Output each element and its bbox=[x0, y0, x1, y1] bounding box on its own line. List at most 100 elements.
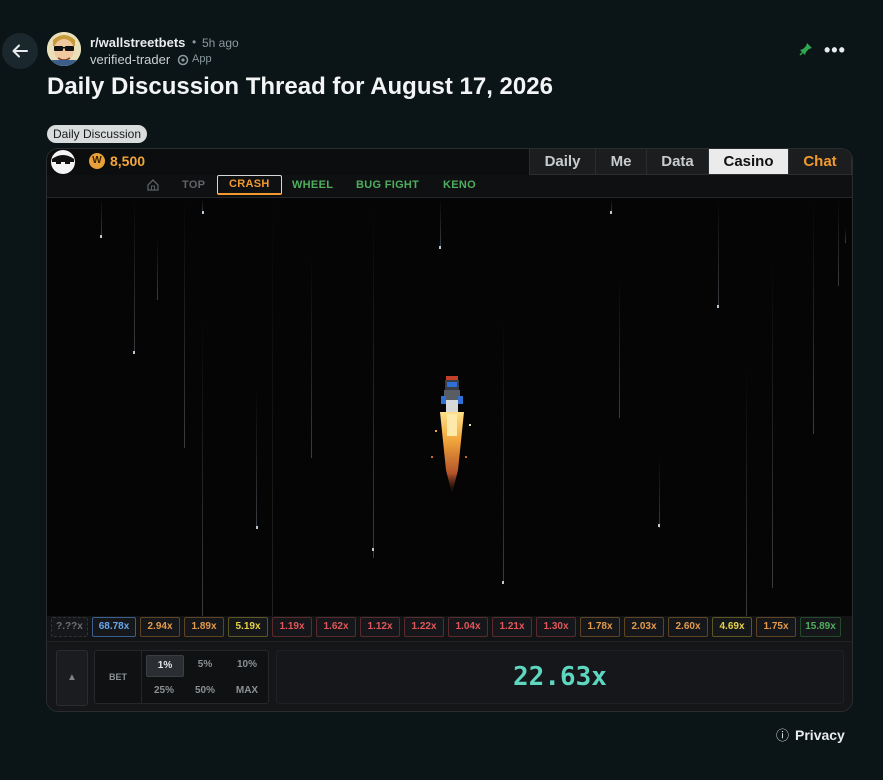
mascot-icon bbox=[48, 149, 78, 175]
rain-drop bbox=[256, 526, 258, 529]
history-value: 2.60x bbox=[675, 621, 701, 632]
history-value: 1.12x bbox=[367, 621, 393, 632]
history-chip[interactable]: 1.21x bbox=[492, 617, 532, 637]
privacy-link[interactable]: ⓘ Privacy bbox=[776, 725, 845, 744]
history-chip[interactable]: 1.22x bbox=[404, 617, 444, 637]
bet-option-5pct[interactable]: 5% bbox=[187, 655, 223, 675]
history-value: 1.22x bbox=[411, 621, 437, 632]
history-value: 1.21x bbox=[499, 621, 525, 632]
rain-streak bbox=[619, 278, 620, 418]
rain-drop bbox=[133, 351, 135, 354]
rain-drop bbox=[658, 524, 660, 527]
history-chip[interactable]: 1.78x bbox=[580, 617, 620, 637]
rain-streak bbox=[256, 388, 257, 528]
rain-streak bbox=[157, 238, 158, 300]
crash-history: ?.??x 68.78x 2.94x 1.89x 5.19x 1.19x 1.6… bbox=[51, 617, 841, 637]
bet-option-25pct[interactable]: 25% bbox=[146, 681, 182, 701]
rain-streak bbox=[272, 198, 273, 616]
rain-streak bbox=[845, 228, 846, 243]
rain-streak bbox=[718, 198, 719, 308]
author-username[interactable]: verified-trader bbox=[90, 52, 170, 67]
rain-streak bbox=[813, 198, 814, 434]
history-value: 1.19x bbox=[279, 621, 305, 632]
history-chip[interactable]: 1.19x bbox=[272, 617, 312, 637]
history-value: 5.19x bbox=[235, 621, 261, 632]
avatar-image bbox=[47, 32, 81, 66]
back-button[interactable] bbox=[2, 33, 38, 69]
history-value: ?.??x bbox=[56, 621, 83, 632]
widget-topbar: W 8,500 Daily Me Data Casino Chat bbox=[47, 149, 852, 175]
history-chip[interactable]: ?.??x bbox=[51, 617, 88, 637]
game-wheel[interactable]: WHEEL bbox=[292, 179, 333, 191]
bet-option-50pct[interactable]: 50% bbox=[187, 681, 223, 701]
rain-streak bbox=[772, 258, 773, 588]
more-options-button[interactable]: ••• bbox=[824, 40, 846, 61]
tab-data[interactable]: Data bbox=[647, 149, 709, 174]
rain-streak bbox=[101, 198, 102, 238]
subreddit-avatar[interactable] bbox=[47, 32, 81, 66]
multiplier-display: 22.63x bbox=[276, 650, 844, 704]
bet-option-10pct[interactable]: 10% bbox=[229, 655, 265, 675]
subreddit-name[interactable]: r/wallstreetbets bbox=[90, 35, 185, 50]
history-chip[interactable]: 2.03x bbox=[624, 617, 664, 637]
arrow-left-icon bbox=[12, 44, 28, 58]
rain-streak bbox=[373, 208, 374, 558]
tab-chat[interactable]: Chat bbox=[789, 149, 851, 174]
collapse-button[interactable]: ▲ bbox=[56, 650, 88, 706]
rain-streak bbox=[659, 458, 660, 528]
history-chip[interactable]: 1.30x bbox=[536, 617, 576, 637]
game-keno[interactable]: KENO bbox=[443, 179, 476, 191]
game-bug-fight[interactable]: BUG FIGHT bbox=[356, 179, 419, 191]
history-value: 1.78x bbox=[587, 621, 613, 632]
history-chip[interactable]: 15.89x bbox=[800, 617, 841, 637]
tab-casino[interactable]: Casino bbox=[709, 149, 789, 174]
history-value: 1.62x bbox=[323, 621, 349, 632]
post-flair[interactable]: Daily Discussion bbox=[47, 125, 148, 143]
rain-streak bbox=[440, 198, 441, 248]
rain-drop bbox=[100, 235, 102, 238]
casino-widget: W 8,500 Daily Me Data Casino Chat TOP CR… bbox=[46, 148, 853, 712]
coin-balance: 8,500 bbox=[110, 153, 146, 169]
rain-streak bbox=[503, 318, 504, 583]
rain-streak bbox=[202, 318, 203, 616]
rain-drop bbox=[717, 305, 719, 308]
history-value: 1.75x bbox=[763, 621, 789, 632]
info-icon: ⓘ bbox=[776, 728, 790, 743]
game-top[interactable]: TOP bbox=[182, 179, 205, 191]
history-chip[interactable]: 1.12x bbox=[360, 617, 400, 637]
history-value: 4.69x bbox=[719, 621, 745, 632]
history-value: 15.89x bbox=[805, 621, 836, 632]
rocket-icon bbox=[431, 376, 471, 494]
history-value: 1.89x bbox=[191, 621, 217, 632]
history-value: 1.04x bbox=[455, 621, 481, 632]
history-chip[interactable]: 68.78x bbox=[92, 617, 136, 637]
history-value: 2.03x bbox=[631, 621, 657, 632]
rain-streak bbox=[746, 368, 747, 616]
app-badge-label: App bbox=[192, 53, 212, 65]
post-time: 5h ago bbox=[202, 36, 239, 50]
game-crash[interactable]: CRASH bbox=[217, 175, 282, 195]
history-chip[interactable]: 1.75x bbox=[756, 617, 796, 637]
history-chip[interactable]: 1.62x bbox=[316, 617, 356, 637]
history-chip[interactable]: 2.94x bbox=[140, 617, 180, 637]
history-chip[interactable]: 2.60x bbox=[668, 617, 708, 637]
rain-drop bbox=[502, 581, 504, 584]
coin-icon: W bbox=[89, 153, 105, 169]
rain-drop bbox=[372, 548, 374, 551]
privacy-label: Privacy bbox=[795, 727, 845, 743]
bet-option-1pct[interactable]: 1% bbox=[146, 655, 184, 677]
bet-controls: ▲ BET 1% 5% 10% 25% 50% MAX 22.63x bbox=[47, 641, 852, 711]
app-badge-icon bbox=[177, 53, 189, 71]
history-chip[interactable]: 1.04x bbox=[448, 617, 488, 637]
history-chip[interactable]: 1.89x bbox=[184, 617, 224, 637]
tab-me[interactable]: Me bbox=[596, 149, 647, 174]
home-icon[interactable] bbox=[146, 178, 160, 195]
history-chip[interactable]: 4.69x bbox=[712, 617, 752, 637]
tab-daily[interactable]: Daily bbox=[530, 149, 596, 174]
bet-option-max[interactable]: MAX bbox=[229, 681, 265, 701]
bet-label: BET bbox=[95, 651, 142, 703]
game-nav: TOP CRASH WHEEL BUG FIGHT KENO bbox=[47, 175, 852, 198]
history-chip[interactable]: 5.19x bbox=[228, 617, 268, 637]
rain-streak bbox=[184, 198, 185, 448]
history-value: 2.94x bbox=[147, 621, 173, 632]
